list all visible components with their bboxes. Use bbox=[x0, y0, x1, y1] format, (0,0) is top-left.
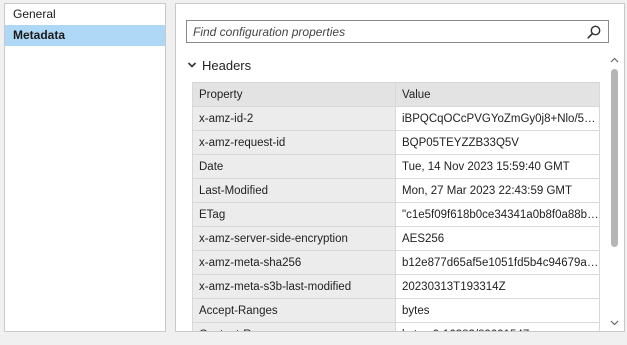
table-row[interactable]: ETag "c1e5f09f618b0ce34341a0b8f0a88bf... bbox=[192, 202, 600, 227]
property-cell: x-amz-request-id bbox=[192, 130, 396, 155]
table-row[interactable]: x-amz-request-id BQP05TEYZZB33Q5V bbox=[192, 130, 600, 155]
value-cell: BQP05TEYZZB33Q5V bbox=[395, 130, 600, 155]
property-cell: Date bbox=[192, 154, 396, 179]
vertical-scrollbar[interactable] bbox=[609, 55, 620, 328]
table-row[interactable]: x-amz-id-2 iBPQCqOCcPVGYoZmGy0j8+Nlo/5Ca… bbox=[192, 106, 600, 131]
property-cell: x-amz-id-2 bbox=[192, 106, 396, 131]
property-cell: x-amz-meta-sha256 bbox=[192, 250, 396, 275]
sidebar-nav: General Metadata bbox=[4, 3, 166, 332]
scroll-up-button[interactable] bbox=[609, 55, 620, 65]
chevron-down-icon bbox=[187, 62, 197, 68]
table-header-row: Property Value bbox=[192, 82, 600, 107]
value-cell: 20230313T193314Z bbox=[395, 274, 600, 299]
search-icon[interactable] bbox=[586, 24, 602, 40]
value-cell: "c1e5f09f618b0ce34341a0b8f0a88bf... bbox=[395, 202, 600, 227]
table-row[interactable]: Content-Range bytes 0-16383/89091547 bbox=[192, 322, 600, 331]
chevron-up-icon bbox=[610, 57, 619, 63]
metadata-panel: Headers Property Value x-amz-id-2 iBPQCq… bbox=[175, 3, 625, 332]
property-cell: Content-Range bbox=[192, 322, 396, 331]
value-cell: bytes bbox=[395, 298, 600, 323]
headers-section-toggle[interactable]: Headers bbox=[186, 56, 251, 74]
value-cell: AES256 bbox=[395, 226, 600, 251]
section-title: Headers bbox=[202, 57, 252, 73]
table-row[interactable]: x-amz-meta-s3b-last-modified 20230313T19… bbox=[192, 274, 600, 299]
column-header-property[interactable]: Property bbox=[192, 82, 396, 107]
table-row[interactable]: x-amz-server-side-encryption AES256 bbox=[192, 226, 600, 251]
value-cell: Mon, 27 Mar 2023 22:43:59 GMT bbox=[395, 178, 600, 203]
value-cell: iBPQCqOCcPVGYoZmGy0j8+Nlo/5Ca... bbox=[395, 106, 600, 131]
search-input[interactable] bbox=[193, 24, 583, 40]
scrollbar-thumb[interactable] bbox=[611, 69, 618, 247]
sidebar-item-metadata[interactable]: Metadata bbox=[5, 25, 165, 46]
property-cell: ETag bbox=[192, 202, 396, 227]
table-row[interactable]: Accept-Ranges bytes bbox=[192, 298, 600, 323]
table-row[interactable]: Date Tue, 14 Nov 2023 15:59:40 GMT bbox=[192, 154, 600, 179]
property-cell: Last-Modified bbox=[192, 178, 396, 203]
property-cell: Accept-Ranges bbox=[192, 298, 396, 323]
property-cell: x-amz-server-side-encryption bbox=[192, 226, 396, 251]
sidebar-item-general[interactable]: General bbox=[5, 4, 165, 25]
value-cell: bytes 0-16383/89091547 bbox=[395, 322, 600, 331]
table-row[interactable]: Last-Modified Mon, 27 Mar 2023 22:43:59 … bbox=[192, 178, 600, 203]
headers-table: Property Value x-amz-id-2 iBPQCqOCcPVGYo… bbox=[192, 82, 600, 331]
property-cell: x-amz-meta-s3b-last-modified bbox=[192, 274, 396, 299]
column-header-value[interactable]: Value bbox=[395, 82, 600, 107]
table-row[interactable]: x-amz-meta-sha256 b12e877d65af5e1051fd5b… bbox=[192, 250, 600, 275]
chevron-down-icon bbox=[610, 320, 619, 326]
search-box bbox=[186, 20, 609, 43]
value-cell: b12e877d65af5e1051fd5b4c94679a3... bbox=[395, 250, 600, 275]
scroll-down-button[interactable] bbox=[609, 318, 620, 328]
value-cell: Tue, 14 Nov 2023 15:59:40 GMT bbox=[395, 154, 600, 179]
